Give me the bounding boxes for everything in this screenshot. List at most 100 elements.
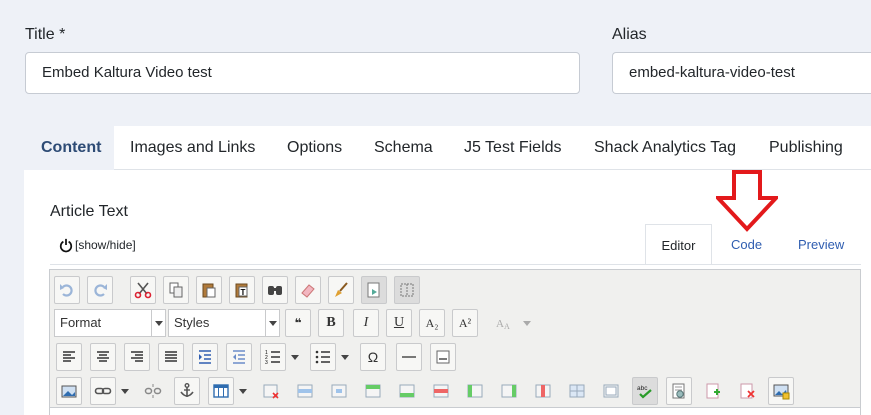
row-props-button[interactable] — [292, 377, 318, 405]
horizontal-rule-button[interactable] — [396, 343, 422, 371]
align-justify-icon — [165, 351, 177, 362]
cut-button[interactable] — [130, 276, 156, 304]
clean-button[interactable] — [328, 276, 354, 304]
show-blocks-button[interactable] — [394, 276, 420, 304]
insert-file-button[interactable] — [700, 377, 726, 405]
styles-select[interactable]: Styles — [168, 309, 280, 337]
link-icon — [94, 387, 112, 395]
underline-button[interactable]: U — [386, 309, 412, 337]
template-icon — [367, 282, 380, 298]
insert-row-after-button[interactable] — [394, 377, 420, 405]
main-tabbar: Content Images and Links Options Schema … — [24, 126, 871, 170]
find-button[interactable] — [262, 276, 288, 304]
tab-schema[interactable]: Schema — [374, 126, 433, 170]
unordered-list-dropdown-arrow[interactable] — [338, 343, 352, 371]
align-center-icon — [97, 351, 109, 362]
image-manager-button[interactable] — [768, 377, 794, 405]
title-input[interactable]: Embed Kaltura Video test — [25, 52, 580, 94]
ordered-list-button[interactable]: 123 — [260, 343, 286, 371]
subscript-button[interactable]: A₂ — [419, 309, 445, 337]
remove-file-button[interactable] — [734, 377, 760, 405]
split-cells-button[interactable] — [564, 377, 590, 405]
cell-props-button[interactable] — [326, 377, 352, 405]
paste-text-icon: T — [235, 283, 248, 298]
format-select-label: Format — [60, 315, 102, 330]
insert-col-before-icon — [467, 384, 483, 398]
special-char-button[interactable]: Ω — [360, 343, 386, 371]
merge-cells-icon — [603, 384, 619, 398]
paste-button[interactable] — [196, 276, 222, 304]
anchor-button[interactable] — [174, 377, 200, 405]
indent-button[interactable] — [192, 343, 218, 371]
alias-input[interactable]: embed-kaltura-video-test — [612, 52, 871, 94]
insert-row-before-icon — [365, 384, 381, 398]
format-select[interactable]: Format — [54, 309, 166, 337]
chevron-down-icon — [265, 310, 279, 336]
font-size-dropdown-arrow[interactable] — [520, 309, 534, 337]
insert-row-after-icon — [399, 384, 415, 398]
table-icon — [213, 384, 229, 398]
insert-col-before-button[interactable] — [462, 377, 488, 405]
quote-icon: ❝ — [294, 316, 302, 330]
undo-button[interactable] — [54, 276, 80, 304]
insert-image-button[interactable] — [56, 377, 82, 405]
svg-text:3: 3 — [265, 360, 268, 366]
table-dropdown-arrow[interactable] — [236, 377, 250, 405]
article-text-label: Article Text — [50, 203, 128, 220]
spellcheck-button[interactable]: abc — [632, 377, 658, 405]
redo-button[interactable] — [87, 276, 113, 304]
row-props-icon — [297, 384, 313, 398]
underline-icon: U — [393, 315, 405, 330]
align-justify-button[interactable] — [158, 343, 184, 371]
tab-images-and-links[interactable]: Images and Links — [130, 126, 255, 170]
media-icon — [672, 383, 685, 399]
tab-content[interactable]: Content — [24, 126, 114, 170]
insert-media-button[interactable] — [666, 377, 692, 405]
bold-button[interactable]: B — [318, 309, 344, 337]
delete-col-button[interactable] — [530, 377, 556, 405]
merge-cells-button[interactable] — [598, 377, 624, 405]
insert-link-button[interactable] — [90, 377, 116, 405]
insert-col-after-button[interactable] — [496, 377, 522, 405]
unlink-button[interactable] — [140, 377, 166, 405]
title-label: Title * — [25, 26, 66, 43]
editor-tab-editor[interactable]: Editor — [645, 224, 712, 265]
insert-table-button[interactable] — [208, 377, 234, 405]
link-dropdown-arrow[interactable] — [118, 377, 132, 405]
tab-j5-test-fields[interactable]: J5 Test Fields — [464, 126, 562, 170]
template-button[interactable] — [361, 276, 387, 304]
remove-file-icon — [740, 383, 755, 399]
font-size-button[interactable]: AA — [490, 309, 516, 337]
omega-icon: Ω — [367, 349, 379, 365]
unordered-list-button[interactable] — [310, 343, 336, 371]
editor-content-area[interactable] — [49, 407, 861, 415]
eraser-button[interactable] — [295, 276, 321, 304]
tab-shack-analytics-tag[interactable]: Shack Analytics Tag — [594, 126, 736, 170]
copy-button[interactable] — [163, 276, 189, 304]
ordered-list-dropdown-arrow[interactable] — [288, 343, 302, 371]
delete-table-button[interactable] — [258, 377, 284, 405]
outdent-button[interactable] — [226, 343, 252, 371]
ordered-list-icon: 123 — [265, 350, 280, 366]
eraser-icon — [301, 284, 315, 298]
undo-icon — [60, 284, 73, 297]
delete-row-button[interactable] — [428, 377, 454, 405]
split-cells-icon — [569, 384, 585, 398]
blockquote-button[interactable]: ❝ — [285, 309, 311, 337]
unordered-list-icon — [315, 350, 330, 364]
show-hide-toggle[interactable]: [show/hide] — [59, 237, 136, 253]
align-left-button[interactable] — [56, 343, 82, 371]
insert-row-before-button[interactable] — [360, 377, 386, 405]
cut-icon — [134, 282, 152, 299]
outdent-icon — [233, 350, 245, 364]
tab-publishing[interactable]: Publishing — [769, 126, 843, 170]
align-center-button[interactable] — [90, 343, 116, 371]
align-right-button[interactable] — [124, 343, 150, 371]
superscript-button[interactable]: A² — [452, 309, 478, 337]
pagebreak-button[interactable] — [430, 343, 456, 371]
superscript-icon: A² — [458, 315, 472, 330]
editor-tab-preview[interactable]: Preview — [798, 224, 844, 265]
tab-options[interactable]: Options — [287, 126, 342, 170]
italic-button[interactable]: I — [353, 309, 379, 337]
paste-text-button[interactable]: T — [229, 276, 255, 304]
